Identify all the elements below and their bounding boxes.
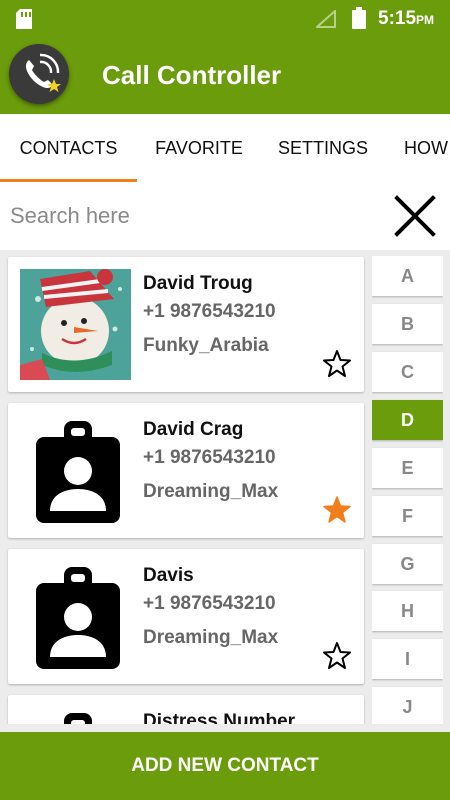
search-input[interactable] [10, 196, 370, 236]
close-icon[interactable] [392, 193, 438, 239]
index-letter-i[interactable]: I [372, 639, 443, 679]
contact-phone: +1 9876543210 [143, 301, 276, 322]
contact-card[interactable]: David Troug +1 9876543210 Funky_Arabia [8, 257, 364, 392]
contact-ringtone: Funky_Arabia [143, 335, 269, 356]
sd-card-icon [16, 9, 32, 29]
contact-card[interactable]: Davis +1 9876543210 Dreaming_Max [8, 549, 364, 684]
tab-how[interactable]: HOW [392, 114, 450, 182]
contact-name: David Troug [143, 273, 253, 294]
tab-bar: CONTACTS FAVORITE SETTINGS HOW [0, 114, 450, 182]
star-outline-icon[interactable] [322, 641, 352, 671]
star-outline-icon[interactable] [322, 349, 352, 379]
contact-placeholder-icon [36, 567, 120, 669]
index-letter-a[interactable]: A [372, 256, 443, 296]
contact-name: Davis [143, 565, 194, 586]
app-logo [9, 44, 69, 104]
contact-phone: +1 9876543210 [143, 447, 276, 468]
contact-placeholder-icon [36, 421, 120, 523]
index-letter-c[interactable]: C [372, 352, 443, 392]
tab-contacts[interactable]: CONTACTS [0, 114, 137, 182]
signal-icon [316, 10, 336, 28]
contact-card[interactable]: David Crag +1 9876543210 Dreaming_Max [8, 403, 364, 538]
contact-ringtone: Dreaming_Max [143, 481, 279, 502]
app-title: Call Controller [102, 60, 282, 90]
contact-name: David Crag [143, 419, 244, 440]
add-new-contact-button[interactable]: ADD NEW CONTACT [0, 732, 450, 800]
app-bar: Call Controller [0, 36, 450, 114]
star-filled-icon[interactable] [322, 495, 352, 525]
tab-favorite[interactable]: FAVORITE [140, 114, 258, 182]
battery-icon [352, 7, 366, 29]
alphabet-index: A B C D E F G H I J [372, 256, 443, 724]
index-letter-b[interactable]: B [372, 304, 443, 344]
contact-list: David Troug +1 9876543210 Funky_Arabia D… [0, 250, 370, 724]
contact-card[interactable]: Distress Number [8, 695, 364, 724]
status-time: 5:15PM [378, 8, 435, 29]
contact-placeholder-icon [64, 713, 92, 724]
index-letter-d[interactable]: D [372, 400, 443, 440]
status-bar: 5:15PM [0, 0, 450, 36]
index-letter-j[interactable]: J [372, 687, 443, 724]
contact-name: Distress Number [143, 711, 296, 724]
index-letter-g[interactable]: G [372, 544, 443, 584]
tab-settings[interactable]: SETTINGS [266, 114, 380, 182]
index-letter-f[interactable]: F [372, 496, 443, 536]
index-letter-h[interactable]: H [372, 591, 443, 631]
phone-star-icon [25, 53, 61, 92]
index-letter-e[interactable]: E [372, 448, 443, 488]
contact-photo [20, 269, 131, 380]
app-screen: 5:15PM Call Controller CONTACTS FAVORITE… [0, 0, 450, 800]
contact-ringtone: Dreaming_Max [143, 627, 279, 648]
search-bar [0, 182, 450, 250]
contact-phone: +1 9876543210 [143, 593, 276, 614]
